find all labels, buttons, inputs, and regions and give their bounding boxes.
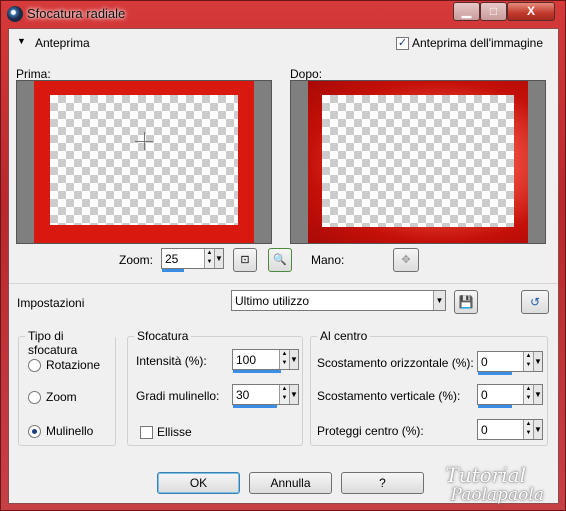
twirl-label: Gradi mulinello: (136, 389, 220, 403)
save-preset-button[interactable]: 💾 (454, 290, 478, 314)
ellipse-label: Ellisse (157, 425, 192, 439)
before-transparent-area (50, 95, 238, 225)
v-offset-label: Scostamento verticale (%): (317, 389, 461, 403)
zoom-value: 25 (165, 252, 179, 266)
h-offset-value: 0 (481, 355, 488, 369)
maximize-button[interactable]: □ (480, 2, 507, 21)
after-preview (290, 80, 546, 244)
hand-tool-button[interactable]: ✥ (393, 248, 419, 272)
zoom-label: Zoom: (119, 253, 154, 267)
spin-arrows-icon[interactable]: ▲ ▼ (523, 385, 533, 404)
hand-label: Mano: (311, 253, 345, 267)
dropdown-arrow-icon[interactable]: ▼ (533, 385, 542, 404)
dropdown-arrow-icon[interactable]: ▼ (533, 420, 542, 439)
dialog-body: ▼ Anteprima ✓ Anteprima dell'immagine Pr… (8, 28, 559, 505)
dropdown-arrow-icon[interactable]: ▼ (533, 352, 542, 371)
after-red-frame (308, 81, 528, 243)
reset-button[interactable]: ↺ (521, 290, 549, 314)
ellipse-checkbox[interactable] (140, 426, 153, 439)
zoom-tool-button[interactable]: 🔍 (268, 248, 292, 272)
center-title: Al centro (317, 329, 371, 343)
close-button[interactable]: X (507, 2, 555, 21)
spin-arrows-icon[interactable]: ▲ ▼ (279, 350, 289, 369)
blur-type-title: Tipo di sfocatura (25, 329, 115, 357)
collapse-arrow-icon[interactable]: ▼ (17, 36, 26, 46)
zoom-fit-button[interactable]: ⊡ (233, 248, 257, 272)
settings-label: Impostazioni (17, 296, 85, 310)
before-red-frame (34, 81, 254, 243)
dropdown-arrow-icon[interactable]: ▼ (289, 385, 298, 404)
divider (9, 283, 558, 284)
zoom-spinbox[interactable]: 25 ▲ ▼ ▼ (161, 248, 224, 272)
before-preview[interactable] (16, 80, 272, 244)
preview-section-label: Anteprima (35, 36, 90, 50)
spin-arrows-icon[interactable]: ▲ ▼ (523, 420, 533, 439)
ok-button[interactable]: OK (157, 472, 240, 494)
protect-center-value: 0 (481, 423, 488, 437)
dropdown-arrow-icon[interactable]: ▼ (214, 249, 223, 268)
watermark: Tutorial Paolapaola (445, 465, 544, 505)
radio-twirl-label: Mulinello (46, 424, 94, 438)
intensity-label: Intensità (%): (136, 354, 207, 368)
protect-center-spinbox[interactable]: 0 ▲ ▼ ▼ (477, 419, 543, 440)
protect-center-label: Proteggi centro (%): (317, 424, 424, 438)
intensity-value: 100 (236, 353, 257, 367)
watermark-line2: Paolapaola (450, 485, 544, 505)
radio-zoom-label: Zoom (46, 390, 77, 404)
after-label: Dopo: (290, 67, 323, 81)
watermark-line1: Tutorial (445, 463, 526, 487)
h-offset-spinbox[interactable]: 0 ▲ ▼ ▼ (477, 351, 543, 375)
radio-rotation[interactable] (28, 359, 41, 372)
help-button[interactable]: ? (341, 472, 424, 494)
after-transparent-area (322, 95, 514, 227)
blur-type-group: Tipo di sfocatura Rotazione Zoom Mulinel… (18, 329, 116, 446)
twirl-spinbox[interactable]: 30 ▲ ▼ ▼ (232, 384, 299, 408)
intensity-spinbox[interactable]: 100 ▲ ▼ ▼ (232, 349, 299, 373)
radio-rotation-label: Rotazione (46, 358, 101, 372)
app-icon (7, 6, 23, 22)
spin-arrows-icon[interactable]: ▲ ▼ (279, 385, 289, 404)
dropdown-arrow-icon[interactable]: ▼ (289, 350, 298, 369)
radio-zoom[interactable] (28, 391, 41, 404)
spin-arrows-icon[interactable]: ▲ ▼ (523, 352, 533, 371)
window-title: Sfocatura radiale (27, 6, 126, 21)
cancel-button[interactable]: Annulla (249, 472, 332, 494)
preview-image-label: Anteprima dell'immagine (412, 36, 544, 50)
title-bar[interactable]: Sfocatura radiale ▁ □ X (1, 1, 565, 27)
h-offset-label: Scostamento orizzontale (%): (317, 356, 474, 370)
blur-group: Sfocatura Intensità (%): 100 ▲ ▼ ▼ Gradi … (127, 329, 303, 446)
center-group: Al centro Scostamento orizzontale (%): 0… (310, 329, 548, 446)
before-label: Prima: (16, 67, 51, 81)
spin-arrows-icon[interactable]: ▲ ▼ (204, 249, 214, 268)
radio-twirl[interactable] (28, 425, 41, 438)
preset-value: Ultimo utilizzo (235, 294, 310, 308)
v-offset-value: 0 (481, 388, 488, 402)
dialog-window: Sfocatura radiale ▁ □ X ▼ Anteprima ✓ An… (0, 0, 566, 511)
preset-select[interactable]: Ultimo utilizzo ▼ (231, 290, 446, 311)
twirl-value: 30 (236, 388, 250, 402)
minimize-button[interactable]: ▁ (453, 2, 480, 21)
preview-image-checkbox[interactable]: ✓ (396, 37, 409, 50)
blur-title: Sfocatura (134, 329, 192, 343)
v-offset-spinbox[interactable]: 0 ▲ ▼ ▼ (477, 384, 543, 408)
dropdown-arrow-icon[interactable]: ▼ (433, 291, 445, 310)
